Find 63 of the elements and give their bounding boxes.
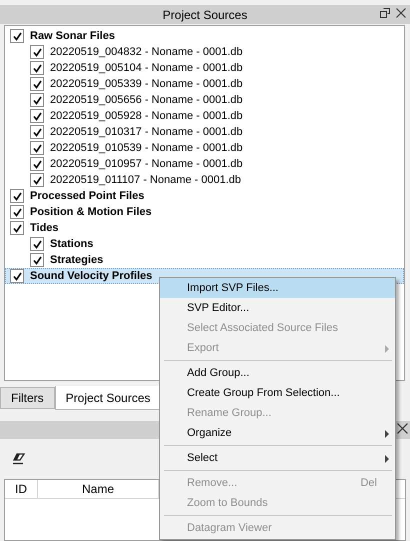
tree-row[interactable]: Raw Sonar Files [5,28,404,44]
tree-label: 20220519_005104 - Noname - 0001.db [50,62,243,74]
menu-item[interactable]: SVP Editor... [160,298,395,318]
panel-title: Project Sources [162,8,248,22]
checkbox[interactable] [30,125,44,139]
checkbox[interactable] [30,141,44,155]
close-icon[interactable] [396,8,406,18]
tree-label: 20220519_010317 - Noname - 0001.db [50,126,243,138]
tree-label: 20220519_005656 - Noname - 0001.db [50,94,243,106]
tree-row[interactable]: 20220519_005104 - Noname - 0001.db [5,60,404,76]
tree-label: 20220519_010957 - Noname - 0001.db [50,158,243,170]
eraser-icon[interactable] [12,453,26,465]
checkbox[interactable] [30,173,44,187]
tree-row[interactable]: 20220519_010957 - Noname - 0001.db [5,156,404,172]
checkbox[interactable] [30,109,44,123]
checkbox[interactable] [10,189,24,203]
checkbox[interactable] [10,221,24,235]
tree-row[interactable]: Processed Point Files [5,188,404,204]
checkbox[interactable] [10,205,24,219]
checkbox[interactable] [30,253,44,267]
menu-item[interactable]: Select [160,448,395,468]
tree-label: Position & Motion Files [30,206,152,218]
tree-row[interactable]: 20220519_010539 - Noname - 0001.db [5,140,404,156]
menu-item[interactable]: Add Group... [160,363,395,383]
tree-label: 20220519_005339 - Noname - 0001.db [50,78,243,90]
tree-row[interactable]: Position & Motion Files [5,204,404,220]
check-icon [12,32,22,40]
checkbox[interactable] [30,93,44,107]
check-icon [12,272,22,280]
checkbox[interactable] [10,269,24,283]
tree-row[interactable]: 20220519_004832 - Noname - 0001.db [5,44,404,60]
checkbox[interactable] [30,61,44,75]
tree-label: Sound Velocity Profiles [30,270,152,282]
tree-row[interactable]: 20220519_010317 - Noname - 0001.db [5,124,404,140]
tree-label: 20220519_005928 - Noname - 0001.db [50,110,243,122]
float-window-icon[interactable] [380,8,390,18]
checkbox[interactable] [30,45,44,59]
tree-label: 20220519_010539 - Noname - 0001.db [50,142,243,154]
tab[interactable]: Project Sources [54,386,162,410]
column-header[interactable]: ID [5,480,38,498]
checkbox[interactable] [10,29,24,43]
tree-label: 20220519_004832 - Noname - 0001.db [50,46,243,58]
tree-label: Strategies [50,254,104,266]
tree-label: Raw Sonar Files [30,30,115,42]
tree-row[interactable]: Strategies [5,252,404,268]
menu-item[interactable]: Create Group From Selection... [160,383,395,403]
tree-label: Stations [50,238,94,250]
tree-row[interactable]: 20220519_005928 - Noname - 0001.db [5,108,404,124]
tab[interactable]: Filters [0,387,55,409]
checkbox[interactable] [30,77,44,91]
tree-row[interactable]: 20220519_005656 - Noname - 0001.db [5,92,404,108]
tree-label: Processed Point Files [30,190,144,202]
tree-label: 20220519_011107 - Noname - 0001.db [50,174,242,186]
tree-row[interactable]: Tides [5,220,404,236]
tree-label: Tides [30,222,59,234]
checkbox[interactable] [30,237,44,251]
checkbox[interactable] [30,157,44,171]
tree-row[interactable]: 20220519_011107 - Noname - 0001.db [5,172,404,188]
tree-row[interactable]: 20220519_005339 - Noname - 0001.db [5,76,404,92]
tree-row[interactable]: Stations [5,236,404,252]
menu-item[interactable]: Import SVP Files... [160,278,395,298]
menu-item[interactable]: Organize [160,423,395,443]
close-icon[interactable] [397,423,408,434]
